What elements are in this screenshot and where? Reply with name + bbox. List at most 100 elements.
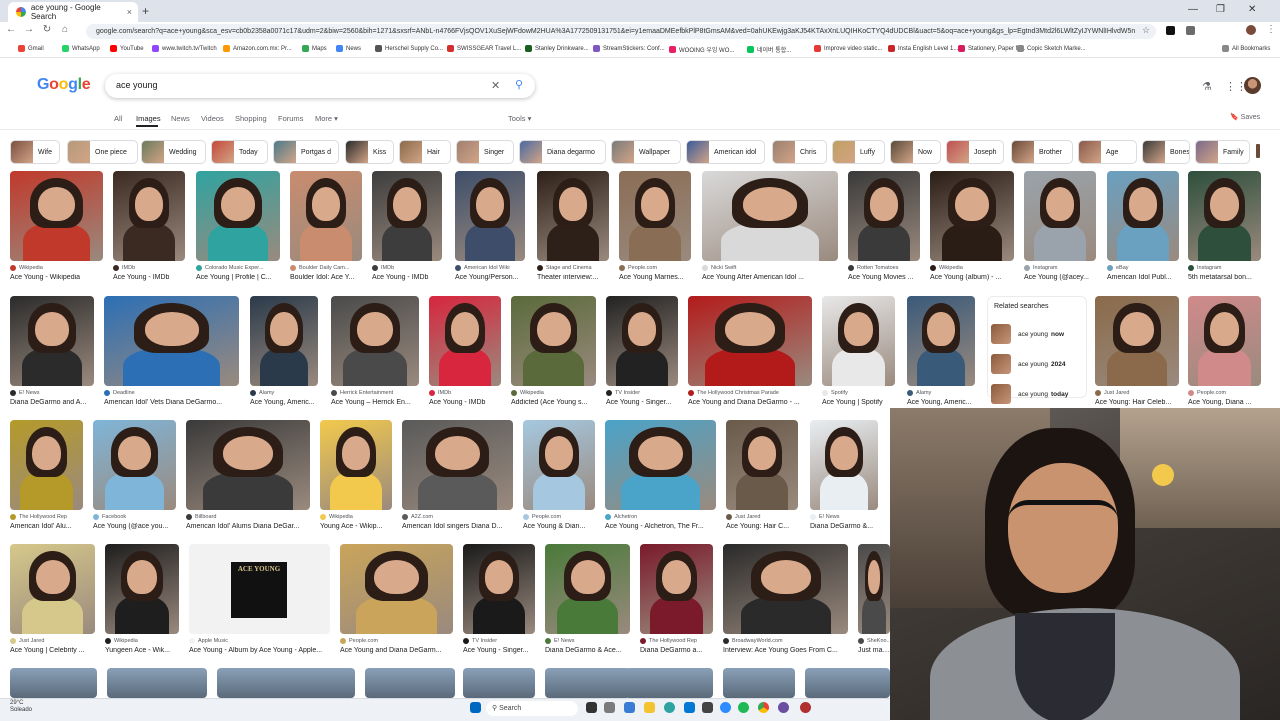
result-title[interactable]: Diana DeGarmo and A...: [10, 399, 94, 406]
result-title[interactable]: Ace Young Movies ...: [848, 274, 920, 281]
image-result[interactable]: [537, 171, 609, 261]
tools-button[interactable]: Tools ▾: [508, 114, 531, 123]
saves-link[interactable]: 🔖 Saves: [1230, 113, 1260, 121]
image-result[interactable]: [511, 296, 596, 386]
result-source[interactable]: Just Jared: [1095, 390, 1179, 396]
image-result[interactable]: [930, 171, 1014, 261]
bookmark-item[interactable]: Herschel Supply Co...: [375, 45, 443, 52]
bookmark-item[interactable]: Stanley Drinkware...: [525, 45, 589, 52]
start-menu-icon[interactable]: [470, 702, 481, 713]
result-source[interactable]: American Idol Wiki: [455, 265, 525, 271]
spotify-icon[interactable]: [738, 702, 749, 713]
filter-chip-now[interactable]: Now: [890, 140, 941, 164]
result-title[interactable]: Ace Young and Diana DeGarm...: [340, 647, 453, 654]
result-title[interactable]: American Idol Publ...: [1107, 274, 1179, 281]
result-title[interactable]: Ace Young After American Idol ...: [702, 274, 838, 281]
result-source[interactable]: SheKno...: [858, 638, 890, 644]
filter-chip-joseph[interactable]: Joseph: [946, 140, 1004, 164]
result-title[interactable]: Ace Young – Herrick En...: [331, 399, 419, 406]
result-title[interactable]: Ace Young: Hair C...: [726, 523, 798, 530]
filter-chip-one-piece[interactable]: One piece: [67, 140, 138, 164]
image-result[interactable]: [429, 296, 501, 386]
image-result-partial[interactable]: [625, 668, 713, 698]
filter-chip-bones[interactable]: Bones: [1142, 140, 1190, 164]
extension-icon[interactable]: [1166, 26, 1175, 35]
bookmark-item[interactable]: Amazon.com.mx: Pr...: [223, 45, 292, 52]
image-result[interactable]: [10, 544, 95, 634]
bookmark-item[interactable]: Copic Sketch Marke...: [1017, 45, 1086, 52]
image-result-partial[interactable]: [463, 668, 535, 698]
result-source[interactable]: BroadwayWorld.com: [723, 638, 848, 644]
taskbar-app-icon[interactable]: [604, 702, 615, 713]
file-explorer-icon[interactable]: [644, 702, 655, 713]
result-source[interactable]: TV Insider: [463, 638, 535, 644]
search-tab-shopping[interactable]: Shopping: [235, 114, 267, 123]
bookmark-item[interactable]: WOOING 우잉 WO...: [669, 45, 734, 54]
result-title[interactable]: Addicted (Ace Young s...: [511, 399, 596, 406]
taskbar-app-icon[interactable]: [684, 702, 695, 713]
search-tab-news[interactable]: News: [171, 114, 190, 123]
search-tab-more[interactable]: More ▾: [315, 114, 338, 123]
result-source[interactable]: Rotten Tomatoes: [848, 265, 920, 271]
result-source[interactable]: Just Jared: [726, 514, 798, 520]
result-title[interactable]: 5th metatarsal bon...: [1188, 274, 1261, 281]
result-title[interactable]: Ace Young, Americ...: [250, 399, 318, 406]
result-source[interactable]: The Hollywood Christmas Parade: [688, 390, 812, 396]
image-result[interactable]: [93, 420, 176, 510]
result-title[interactable]: Yungeen Ace - Wik...: [105, 647, 179, 654]
image-result[interactable]: [523, 420, 595, 510]
edge-icon[interactable]: [664, 702, 675, 713]
close-window-button[interactable]: ✕: [1248, 4, 1256, 15]
search-input[interactable]: ace young: [116, 80, 158, 90]
result-source[interactable]: Wikipedia: [10, 265, 103, 271]
filter-chip-brother[interactable]: Brother: [1011, 140, 1073, 164]
extension-icon[interactable]: [1186, 26, 1195, 35]
result-title[interactable]: Interview: Ace Young Goes From C...: [723, 647, 848, 654]
related-search-item[interactable]: ace young today: [991, 383, 1083, 405]
image-result[interactable]: [104, 296, 239, 386]
result-source[interactable]: IMDb: [113, 265, 185, 271]
image-result[interactable]: [1107, 171, 1179, 261]
restore-button[interactable]: ❐: [1216, 4, 1225, 15]
result-source[interactable]: The Hollywood Rep: [640, 638, 713, 644]
image-result[interactable]: [619, 171, 691, 261]
result-source[interactable]: Wikipedia: [511, 390, 596, 396]
image-result[interactable]: ACE YOUNG: [189, 544, 330, 634]
result-title[interactable]: Ace Young - Singer...: [463, 647, 535, 654]
related-search-item[interactable]: ace young now: [991, 323, 1083, 345]
result-title[interactable]: Ace Young - IMDb: [429, 399, 501, 406]
image-result[interactable]: [320, 420, 392, 510]
filter-chip-chris[interactable]: Chris: [772, 140, 827, 164]
result-source[interactable]: Boulder Daily Cam...: [290, 265, 362, 271]
result-title[interactable]: Ace Young - Singer...: [606, 399, 678, 406]
result-title[interactable]: Ace Young (@ace you...: [93, 523, 176, 530]
account-avatar[interactable]: [1244, 77, 1261, 94]
bookmark-item[interactable]: Maps: [302, 45, 327, 52]
result-title[interactable]: Ace Young (@acey...: [1024, 274, 1096, 281]
result-source[interactable]: Wikipedia: [930, 265, 1014, 271]
result-title[interactable]: Ace Young | Profile | C...: [196, 274, 280, 281]
bookmark-item[interactable]: 네이버 통합...: [747, 45, 791, 54]
bookmark-item[interactable]: www.twitch.tv/Twitch: [152, 45, 217, 52]
image-result[interactable]: [463, 544, 535, 634]
result-source[interactable]: Herrick Entertainment: [331, 390, 419, 396]
image-result[interactable]: [1024, 171, 1096, 261]
filter-chip-luffy[interactable]: Luffy: [832, 140, 885, 164]
image-result[interactable]: [723, 544, 848, 634]
result-source[interactable]: People.com: [340, 638, 453, 644]
image-result-partial[interactable]: [805, 668, 890, 698]
bookmark-star-icon[interactable]: ☆: [1142, 25, 1150, 36]
image-result[interactable]: [810, 420, 878, 510]
filter-chip-american-idol[interactable]: American idol: [686, 140, 765, 164]
result-title[interactable]: Boulder Idol: Ace Y...: [290, 274, 362, 281]
result-title[interactable]: Ace Young/Person...: [455, 274, 525, 281]
image-result[interactable]: [402, 420, 513, 510]
result-source[interactable]: Just Jared: [10, 638, 95, 644]
browser-tab[interactable]: ace young - Google Search ×: [8, 2, 138, 22]
result-source[interactable]: Alamy: [250, 390, 318, 396]
image-result[interactable]: [250, 296, 318, 386]
result-source[interactable]: Stage and Cinema: [537, 265, 609, 271]
reload-button[interactable]: ↻: [40, 24, 54, 35]
bookmark-item[interactable]: News: [336, 45, 361, 52]
filter-chip-singer[interactable]: Singer: [456, 140, 514, 164]
